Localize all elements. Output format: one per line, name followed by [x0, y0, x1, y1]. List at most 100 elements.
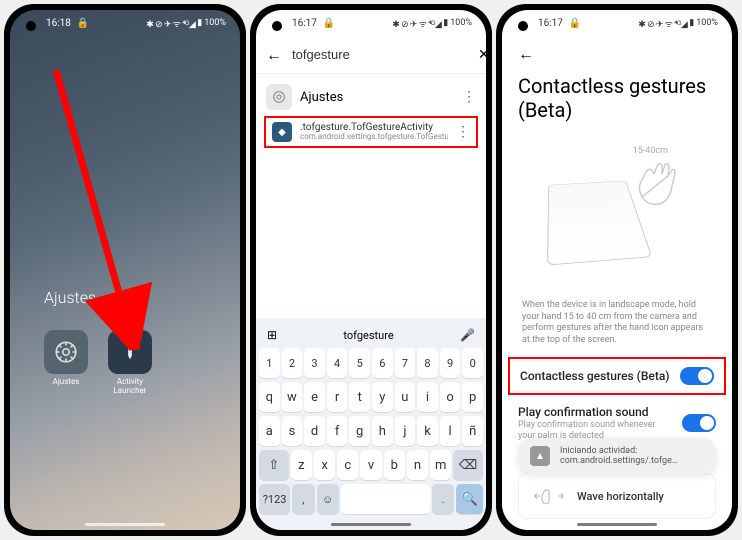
key[interactable]: 6	[372, 348, 393, 378]
setting-label: Contactless gestures (Beta)	[520, 369, 672, 383]
key[interactable]: k	[417, 416, 438, 446]
toast-line1: Iniciando actividad:	[560, 446, 678, 456]
space-key[interactable]	[341, 484, 430, 514]
gesture-bar[interactable]	[577, 523, 657, 526]
search-key[interactable]: 🔍	[456, 484, 483, 514]
key[interactable]: c	[337, 450, 358, 480]
rocket-icon: ▲	[530, 446, 550, 466]
settings-screen: 16:17 🔒 ✱ ⊘ ✈ ᯤ ⁴ᴳ◢ ▮ 100% ← Contactless…	[502, 10, 732, 530]
emoji-key[interactable]: ☺	[317, 484, 339, 514]
android-icon: ◆	[272, 122, 292, 142]
key[interactable]: 9	[440, 348, 461, 378]
key[interactable]: s	[282, 416, 303, 446]
kb-row-qwerty: q w e r t y u i o p	[259, 382, 483, 412]
search-input[interactable]	[292, 47, 468, 62]
back-icon[interactable]: ←	[266, 45, 282, 65]
key[interactable]: 3	[304, 348, 325, 378]
key[interactable]: 8	[417, 348, 438, 378]
battery-icon: ▮	[689, 18, 694, 28]
backspace-key[interactable]: ⌫	[453, 450, 483, 480]
suggestion-bar: ⊞ tofgesture 🎤	[259, 322, 483, 348]
period-key[interactable]: .	[432, 484, 454, 514]
lock-icon: 🔒	[323, 18, 335, 29]
back-icon[interactable]: ←	[518, 44, 716, 64]
key[interactable]: y	[372, 382, 393, 412]
lock-icon: 🔒	[77, 18, 89, 29]
illustration: 15-40cm	[522, 136, 712, 294]
status-icons: ✱ ⊘ ✈ ᯤ ⁴ᴳ◢	[392, 17, 441, 30]
search-result-item[interactable]: ◆ .tofgesture.TofGestureActivity com.and…	[264, 116, 478, 148]
key[interactable]: 2	[282, 348, 303, 378]
key[interactable]: 4	[327, 348, 348, 378]
key[interactable]: x	[314, 450, 335, 480]
battery-text: 100%	[696, 18, 718, 28]
key[interactable]: q	[259, 382, 280, 412]
key[interactable]: 0	[462, 348, 483, 378]
key[interactable]: 1	[259, 348, 280, 378]
key[interactable]: f	[327, 416, 348, 446]
grid-icon[interactable]: ⊞	[267, 328, 277, 342]
search-bar: ← ✕ ⚙	[256, 36, 486, 74]
lock-icon: 🔒	[569, 18, 581, 29]
key[interactable]: a	[259, 416, 280, 446]
shift-key[interactable]: ⇧	[259, 450, 289, 480]
key[interactable]: v	[360, 450, 381, 480]
mic-icon[interactable]: 🎤	[460, 328, 475, 342]
clear-icon[interactable]: ✕	[478, 47, 486, 63]
key[interactable]: d	[304, 416, 325, 446]
key[interactable]: w	[282, 382, 303, 412]
toast: ▲ Iniciando actividad: com.android.setti…	[518, 438, 716, 474]
key[interactable]: j	[395, 416, 416, 446]
gesture-bar[interactable]	[85, 523, 165, 526]
key[interactable]: o	[440, 382, 461, 412]
key[interactable]: ñ	[462, 416, 483, 446]
key[interactable]: t	[349, 382, 370, 412]
key[interactable]: z	[291, 450, 312, 480]
kb-row-numbers: 1 2 3 4 5 6 7 8 9 0	[259, 348, 483, 378]
battery-icon: ▮	[443, 18, 448, 28]
toast-line2: com.android.settings/.tofge…	[560, 456, 678, 466]
app-label: Activity Launcher	[104, 378, 156, 396]
phone-frame-1: 16:18 🔒 ✱ ⊘ ✈ ᯤ ⁴ᴳ◢ ▮ 100% Ajustes	[4, 4, 246, 536]
section-header[interactable]: Ajustes ⋮	[266, 80, 476, 114]
key[interactable]: 5	[349, 348, 370, 378]
suggestion-text[interactable]: tofgesture	[343, 329, 393, 342]
section-title: Ajustes	[300, 90, 454, 105]
key[interactable]: 7	[395, 348, 416, 378]
status-bar: 16:17 🔒 ✱ ⊘ ✈ ᯤ ⁴ᴳ◢ ▮ 100%	[502, 10, 732, 36]
page-title: Contactless gestures (Beta)	[518, 74, 716, 122]
more-icon[interactable]: ⋮	[462, 89, 476, 105]
status-icons: ✱ ⊘ ✈ ᯤ ⁴ᴳ◢	[638, 17, 687, 30]
phone-frame-2: 16:17 🔒 ✱ ⊘ ✈ ᯤ ⁴ᴳ◢ ▮ 100% ← ✕ ⚙	[250, 4, 492, 536]
status-time: 16:17	[292, 18, 317, 29]
page-header: ← Contactless gestures (Beta)	[502, 36, 732, 136]
setting-label: Play confirmation sound	[518, 405, 674, 419]
toggle-switch[interactable]	[680, 367, 714, 385]
key[interactable]: m	[430, 450, 451, 480]
keyboard: ⊞ tofgesture 🎤 1 2 3 4 5 6 7 8 9 0 q w e…	[256, 318, 486, 530]
key[interactable]: r	[327, 382, 348, 412]
key[interactable]: h	[372, 416, 393, 446]
status-bar: 16:17 🔒 ✱ ⊘ ✈ ᯤ ⁴ᴳ◢ ▮ 100%	[256, 10, 486, 36]
key[interactable]: l	[440, 416, 461, 446]
app-label: Ajustes	[53, 378, 80, 387]
symbols-key[interactable]: ?123	[259, 484, 290, 514]
key[interactable]: b	[384, 450, 405, 480]
gear-icon	[266, 84, 292, 110]
camera-hole	[26, 21, 36, 31]
activity-launcher-screen: 16:17 🔒 ✱ ⊘ ✈ ᯤ ⁴ᴳ◢ ▮ 100% ← ✕ ⚙	[256, 10, 486, 530]
gesture-bar[interactable]	[331, 523, 411, 526]
key[interactable]: g	[349, 416, 370, 446]
key[interactable]: e	[304, 382, 325, 412]
toggle-switch[interactable]	[682, 414, 716, 432]
key[interactable]: n	[407, 450, 428, 480]
option-wave-horizontally[interactable]: Wave horizontally	[518, 473, 716, 519]
wave-icon	[531, 484, 567, 508]
more-icon[interactable]: ⋮	[456, 124, 470, 140]
phone-frame-3: 16:17 🔒 ✱ ⊘ ✈ ᯤ ⁴ᴳ◢ ▮ 100% ← Contactless…	[496, 4, 738, 536]
key[interactable]: p	[462, 382, 483, 412]
key[interactable]: u	[395, 382, 416, 412]
key[interactable]: i	[417, 382, 438, 412]
comma-key[interactable]: ,	[292, 484, 314, 514]
setting-contactless-gestures[interactable]: Contactless gestures (Beta)	[508, 357, 726, 395]
